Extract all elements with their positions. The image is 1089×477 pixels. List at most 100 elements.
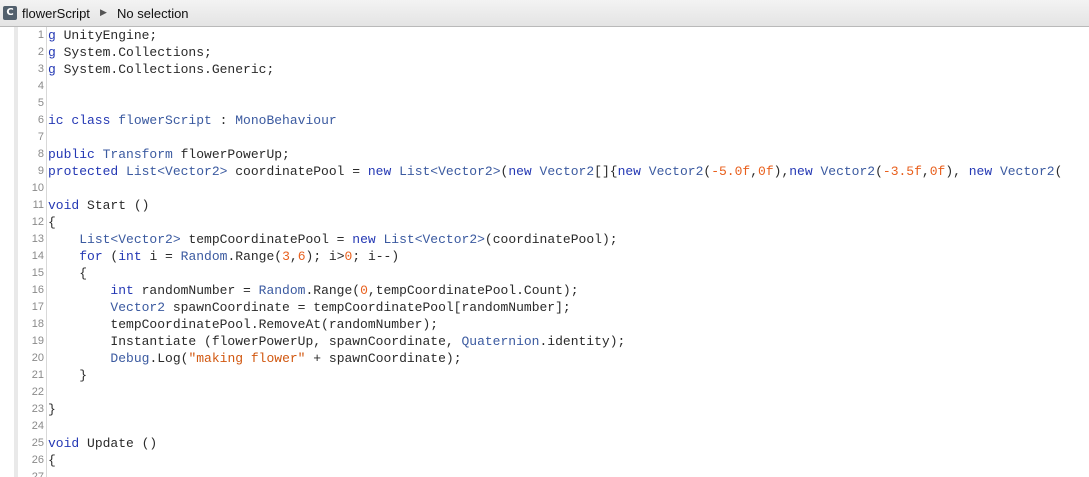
breadcrumb-selection[interactable]: No selection (117, 6, 189, 21)
code-line[interactable]: 25 void Update () (0, 435, 1089, 452)
line-number: 17 (31, 301, 44, 313)
code-line[interactable]: 20 Debug.Log("making flower" + spawnCoor… (0, 350, 1089, 367)
code-line[interactable]: 3 g System.Collections.Generic; (0, 61, 1089, 78)
code-token: } (48, 402, 56, 417)
code-token: new (367, 164, 400, 179)
code-line[interactable]: 23} (0, 401, 1089, 418)
code-line[interactable]: 24 (0, 418, 1089, 435)
code-text: { (48, 265, 87, 282)
code-line[interactable]: 6 ic class flowerScript : MonoBehaviour (0, 112, 1089, 129)
code-token: g (48, 62, 64, 77)
code-line[interactable]: 15 { (0, 265, 1089, 282)
line-number: 19 (31, 335, 44, 347)
code-text: g System.Collections; (48, 44, 212, 61)
code-line[interactable]: 1 g UnityEngine; (0, 27, 1089, 44)
code-token: i = (141, 249, 181, 264)
line-number: 22 (31, 386, 44, 398)
code-line[interactable]: 7 (0, 129, 1089, 146)
code-token: 6 (297, 249, 306, 264)
code-line[interactable]: 11 void Start () (0, 197, 1089, 214)
code-line[interactable]: 5 (0, 95, 1089, 112)
code-line[interactable]: 26 { (0, 452, 1089, 469)
code-token: UnityEngine; (63, 28, 158, 43)
code-line[interactable]: 22 (0, 384, 1089, 401)
code-token: , (921, 164, 930, 179)
code-text: { (48, 214, 56, 231)
line-number: 5 (37, 97, 44, 109)
code-line[interactable]: 8 public Transform flowerPowerUp; (0, 146, 1089, 163)
code-token: ,tempCoordinatePool.Count); (367, 283, 579, 298)
code-line[interactable]: 10 (0, 180, 1089, 197)
line-number: 1 (37, 29, 44, 41)
code-token: ); i> (305, 249, 345, 264)
code-token: .Range( (305, 283, 361, 298)
code-token: new (352, 232, 384, 247)
code-token: Vector2 (110, 300, 166, 315)
line-number: 8 (37, 148, 44, 160)
code-token: , (289, 249, 298, 264)
code-token: ), (945, 164, 969, 179)
code-line[interactable]: 13 List<Vector2> tempCoordinatePool = ne… (0, 231, 1089, 248)
csharp-file-icon: C (3, 6, 17, 20)
code-token: ), (773, 164, 790, 179)
code-line[interactable]: 27 (0, 469, 1089, 477)
code-token: ; i--) (352, 249, 400, 264)
code-line[interactable]: 16 int randomNumber = Random.Range(0,tem… (0, 282, 1089, 299)
line-number: 21 (31, 369, 44, 381)
code-text: g System.Collections.Generic; (48, 61, 274, 78)
code-line[interactable]: 4 (0, 78, 1089, 95)
code-text: void Start () (48, 197, 149, 214)
code-text: g UnityEngine; (48, 27, 157, 44)
code-token: } (48, 368, 88, 383)
code-token: g (48, 45, 64, 60)
code-line[interactable]: 19 Instantiate (flowerPowerUp, spawnCoor… (0, 333, 1089, 350)
line-number: 15 (31, 267, 44, 279)
code-line[interactable]: 9 protected List<Vector2> coordinatePool … (0, 163, 1089, 180)
code-token: .Range( (227, 249, 283, 264)
breadcrumb: C flowerScript ▶ No selection (0, 0, 1089, 27)
code-text: ic class flowerScript : MonoBehaviour (48, 112, 337, 129)
code-line[interactable]: 21 } (0, 367, 1089, 384)
code-text: public Transform flowerPowerUp; (48, 146, 290, 163)
code-text: { (48, 452, 56, 469)
code-token: .Log( (149, 351, 189, 366)
line-number: 23 (31, 403, 44, 415)
code-token: List<Vector2> (126, 164, 228, 179)
code-token: spawnCoordinate = tempCoordinatePool[ran… (165, 300, 571, 315)
line-number: 13 (31, 233, 44, 245)
code-token: Start () (87, 198, 150, 213)
line-number: 3 (37, 63, 44, 75)
code-text: } (48, 367, 87, 384)
code-token: new (617, 164, 649, 179)
code-token: 0f (929, 164, 946, 179)
code-text: Debug.Log("making flower" + spawnCoordin… (48, 350, 461, 367)
line-number: 7 (37, 131, 44, 143)
code-editor[interactable]: 1g UnityEngine; 2 g System.Collections; 3 g … (0, 27, 1089, 477)
code-token: -5.0f (711, 164, 751, 179)
code-line[interactable]: 2g System.Collections; (0, 44, 1089, 61)
code-token: protected (48, 164, 127, 179)
code-token: -3.5f (882, 164, 922, 179)
code-line[interactable]: 12 { (0, 214, 1089, 231)
code-token: ( (875, 164, 883, 179)
code-token: ( (1054, 164, 1063, 179)
code-token: MonoBehaviour (235, 113, 337, 128)
code-token: new (789, 164, 821, 179)
code-line[interactable]: 17 Vector2 spawnCoordinate = tempCoordin… (0, 299, 1089, 316)
code-token: Transform (102, 147, 173, 162)
code-token: Random (258, 283, 306, 298)
line-number: 20 (31, 352, 44, 364)
code-token: "making flower" (188, 351, 306, 366)
code-token: void (48, 198, 88, 213)
code-line[interactable]: 18 tempCoordinatePool.RemoveAt(randomNum… (0, 316, 1089, 333)
code-lines: 1g UnityEngine; 2 g System.Collections; 3 g … (0, 27, 1089, 477)
code-token: .identity); (539, 334, 626, 349)
code-text: List<Vector2> tempCoordinatePool = new L… (48, 231, 617, 248)
breadcrumb-file[interactable]: flowerScript (22, 6, 90, 21)
line-number: 14 (31, 250, 44, 262)
code-token: List<Vector2> (79, 232, 181, 247)
code-line[interactable]: 14 for (int i = Random.Range(3,6); i>0; … (0, 248, 1089, 265)
code-token: int (110, 283, 134, 298)
line-number: 11 (32, 199, 44, 211)
